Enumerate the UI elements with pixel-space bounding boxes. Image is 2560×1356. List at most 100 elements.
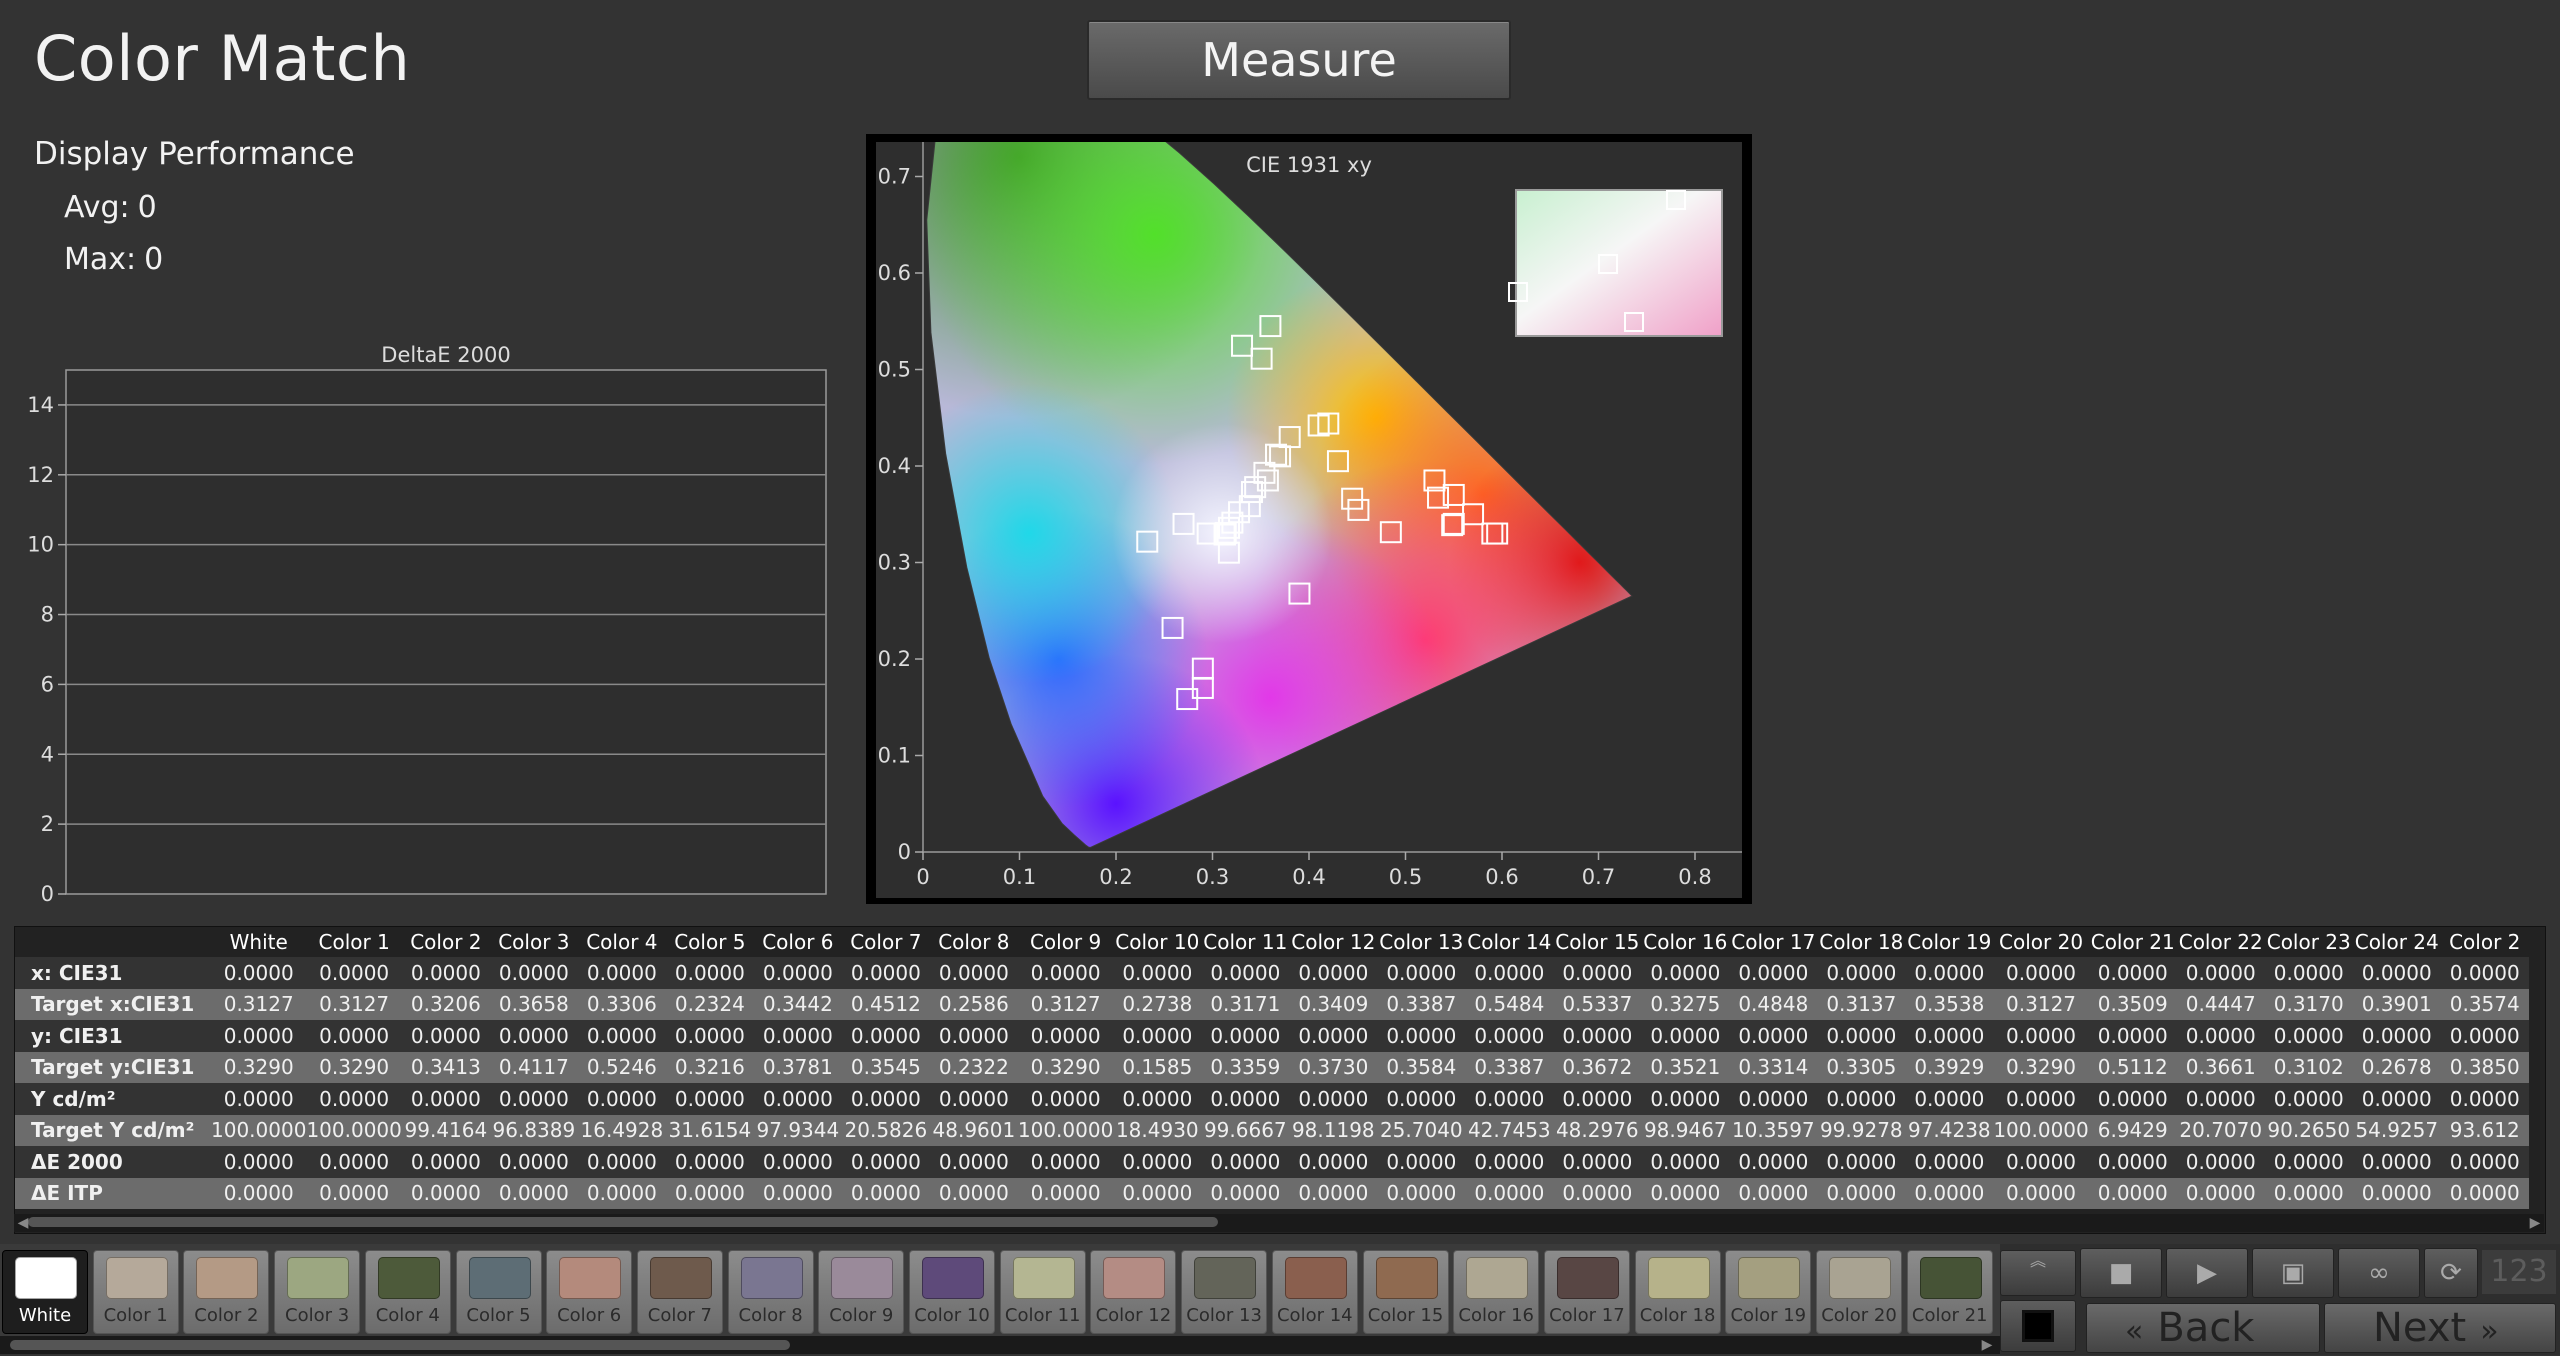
column-header[interactable]: Color 16	[1641, 927, 1730, 957]
swatch-color-11[interactable]: Color 11	[999, 1250, 1086, 1334]
table-cell: 0.3387	[1377, 988, 1466, 1020]
table-cell: 0.0000	[211, 1177, 307, 1209]
table-cell: 0.0000	[577, 1020, 666, 1052]
max-label: Max:	[64, 242, 137, 277]
swatch-color-12[interactable]: Color 12	[1090, 1250, 1177, 1334]
loop-button[interactable]: ∞	[2338, 1248, 2420, 1298]
swatch-chip	[1284, 1257, 1347, 1299]
table-cell: 0.0000	[753, 1146, 842, 1178]
table-cell: 0.0000	[1993, 1020, 2089, 1052]
column-header[interactable]: Color 21	[2088, 927, 2177, 957]
stop-button[interactable]: ■	[2080, 1248, 2162, 1298]
column-header[interactable]: Color 2	[2440, 927, 2529, 957]
column-header[interactable]: Color 18	[1817, 927, 1906, 957]
table-cell: 0.0000	[665, 1083, 754, 1115]
measure-button[interactable]: Measure	[1087, 20, 1511, 100]
measurement-table[interactable]: White Color 1 Color 2 Color 3 Color 4 Color 5…	[14, 926, 2546, 1234]
swatch-color-4[interactable]: Color 4	[364, 1250, 451, 1334]
data-table: White Color 1 Color 2 Color 3 Color 4 Color 5…	[15, 927, 2529, 1209]
collapse-button[interactable]: ︽	[2000, 1250, 2076, 1296]
column-header[interactable]: Color 1	[306, 927, 402, 957]
swatch-color-10[interactable]: Color 10	[909, 1250, 995, 1334]
swatch-color-19[interactable]: Color 19	[1725, 1250, 1812, 1334]
table-cell: 0.0000	[841, 957, 930, 989]
table-scroll-thumb[interactable]	[28, 1217, 1218, 1227]
back-button[interactable]: « Back	[2086, 1303, 2320, 1353]
table-cell: 0.0000	[2176, 1083, 2265, 1115]
column-header[interactable]: Color 13	[1377, 927, 1466, 957]
swatch-color-18[interactable]: Color 18	[1634, 1250, 1721, 1334]
table-cell: 0.3781	[753, 1051, 842, 1083]
column-header[interactable]: Color 19	[1905, 927, 1994, 957]
column-header[interactable]: Color 14	[1465, 927, 1554, 957]
swatch-color-14[interactable]: Color 14	[1271, 1250, 1358, 1334]
swatch-white[interactable]: White	[2, 1250, 88, 1334]
column-header[interactable]: White	[211, 927, 307, 957]
scroll-left-icon[interactable]: ◀	[14, 1214, 32, 1232]
table-cell: 0.3314	[1729, 1051, 1818, 1083]
deltae-chart-title: DeltaE 2000	[381, 343, 510, 367]
swatch-color-17[interactable]: Color 17	[1543, 1250, 1630, 1334]
table-cell: 0.0000	[1113, 957, 1202, 989]
column-header[interactable]: Color 5	[665, 927, 754, 957]
swatch-scroll-right-icon[interactable]: ▶	[1978, 1336, 1996, 1354]
row-label: Y cd/m²	[15, 1083, 211, 1115]
column-header[interactable]: Color 17	[1729, 927, 1818, 957]
next-button[interactable]: Next »	[2324, 1303, 2556, 1353]
table-cell: 0.0000	[753, 1083, 842, 1115]
swatch-color-7[interactable]: Color 7	[636, 1250, 723, 1334]
swatch-scroll-thumb[interactable]	[10, 1340, 790, 1350]
column-header[interactable]: Color 23	[2264, 927, 2353, 957]
table-cell: 100.0000	[1017, 1114, 1114, 1146]
column-header[interactable]: Color 10	[1113, 927, 1202, 957]
swatch-color-8[interactable]: Color 8	[727, 1250, 814, 1334]
table-cell: 0.0000	[665, 957, 754, 989]
swatch-color-16[interactable]: Color 16	[1453, 1250, 1540, 1334]
table-cell: 96.8389	[489, 1114, 578, 1146]
column-header[interactable]: Color 24	[2352, 927, 2441, 957]
swatch-color-20[interactable]: Color 20	[1816, 1250, 1902, 1334]
column-header[interactable]: Color 15	[1553, 927, 1642, 957]
column-header[interactable]: Color 20	[1993, 927, 2089, 957]
table-cell: 0.3290	[1017, 1051, 1114, 1083]
swatch-color-15[interactable]: Color 15	[1362, 1250, 1449, 1334]
swatch-label: Color 15	[1367, 1305, 1444, 1326]
column-header[interactable]: Color 2	[401, 927, 490, 957]
play-button[interactable]: ▶	[2166, 1248, 2248, 1298]
table-cell: 0.0000	[2176, 957, 2265, 989]
save-button[interactable]: ▣	[2252, 1248, 2334, 1298]
table-cell: 0.0000	[1993, 1083, 2089, 1115]
cie-x-tick-label: 0.7	[1582, 865, 1615, 889]
column-header[interactable]: Color 6	[753, 927, 842, 957]
table-cell: 0.0000	[2176, 1146, 2265, 1178]
scroll-right-icon[interactable]: ▶	[2526, 1214, 2544, 1232]
swatch-color-9[interactable]: Color 9	[818, 1250, 905, 1334]
swatch-chip	[287, 1257, 350, 1299]
refresh-button[interactable]: ⟳	[2424, 1248, 2478, 1298]
column-header[interactable]: Color 12	[1289, 927, 1378, 957]
table-row: ΔE 2000 0.0000 0.0000 0.0000 0.0000 0.0000 0.0…	[15, 1146, 2529, 1178]
swatch-color-2[interactable]: Color 2	[183, 1250, 270, 1334]
column-header[interactable]: Color 3	[489, 927, 578, 957]
column-header[interactable]: Color 8	[929, 927, 1018, 957]
column-header[interactable]: Color 22	[2176, 927, 2265, 957]
swatch-color-5[interactable]: Color 5	[455, 1250, 542, 1334]
swatch-color-6[interactable]: Color 6	[546, 1250, 633, 1334]
swatch-color-3[interactable]: Color 3	[274, 1250, 361, 1334]
swatch-color-1[interactable]: Color 1	[92, 1250, 179, 1334]
table-cell: 0.0000	[1113, 1177, 1202, 1209]
column-header[interactable]: Color 9	[1017, 927, 1114, 957]
swatch-color-21[interactable]: Color 21	[1906, 1250, 1993, 1334]
table-cell: 0.0000	[2352, 1146, 2441, 1178]
swatch-color-13[interactable]: Color 13	[1181, 1250, 1268, 1334]
stop-square-button[interactable]	[2000, 1300, 2076, 1352]
table-cell: 0.0000	[1017, 957, 1114, 989]
table-cell: 0.0000	[1201, 1146, 1290, 1178]
table-cell: 0.3850	[2440, 1051, 2529, 1083]
column-header[interactable]: Color 7	[841, 927, 930, 957]
table-cell: 0.0000	[1641, 1146, 1730, 1178]
table-cell: 0.0000	[1553, 1083, 1642, 1115]
column-header[interactable]: Color 11	[1201, 927, 1290, 957]
column-header[interactable]: Color 4	[577, 927, 666, 957]
swatch-label: Color 3	[285, 1305, 350, 1326]
